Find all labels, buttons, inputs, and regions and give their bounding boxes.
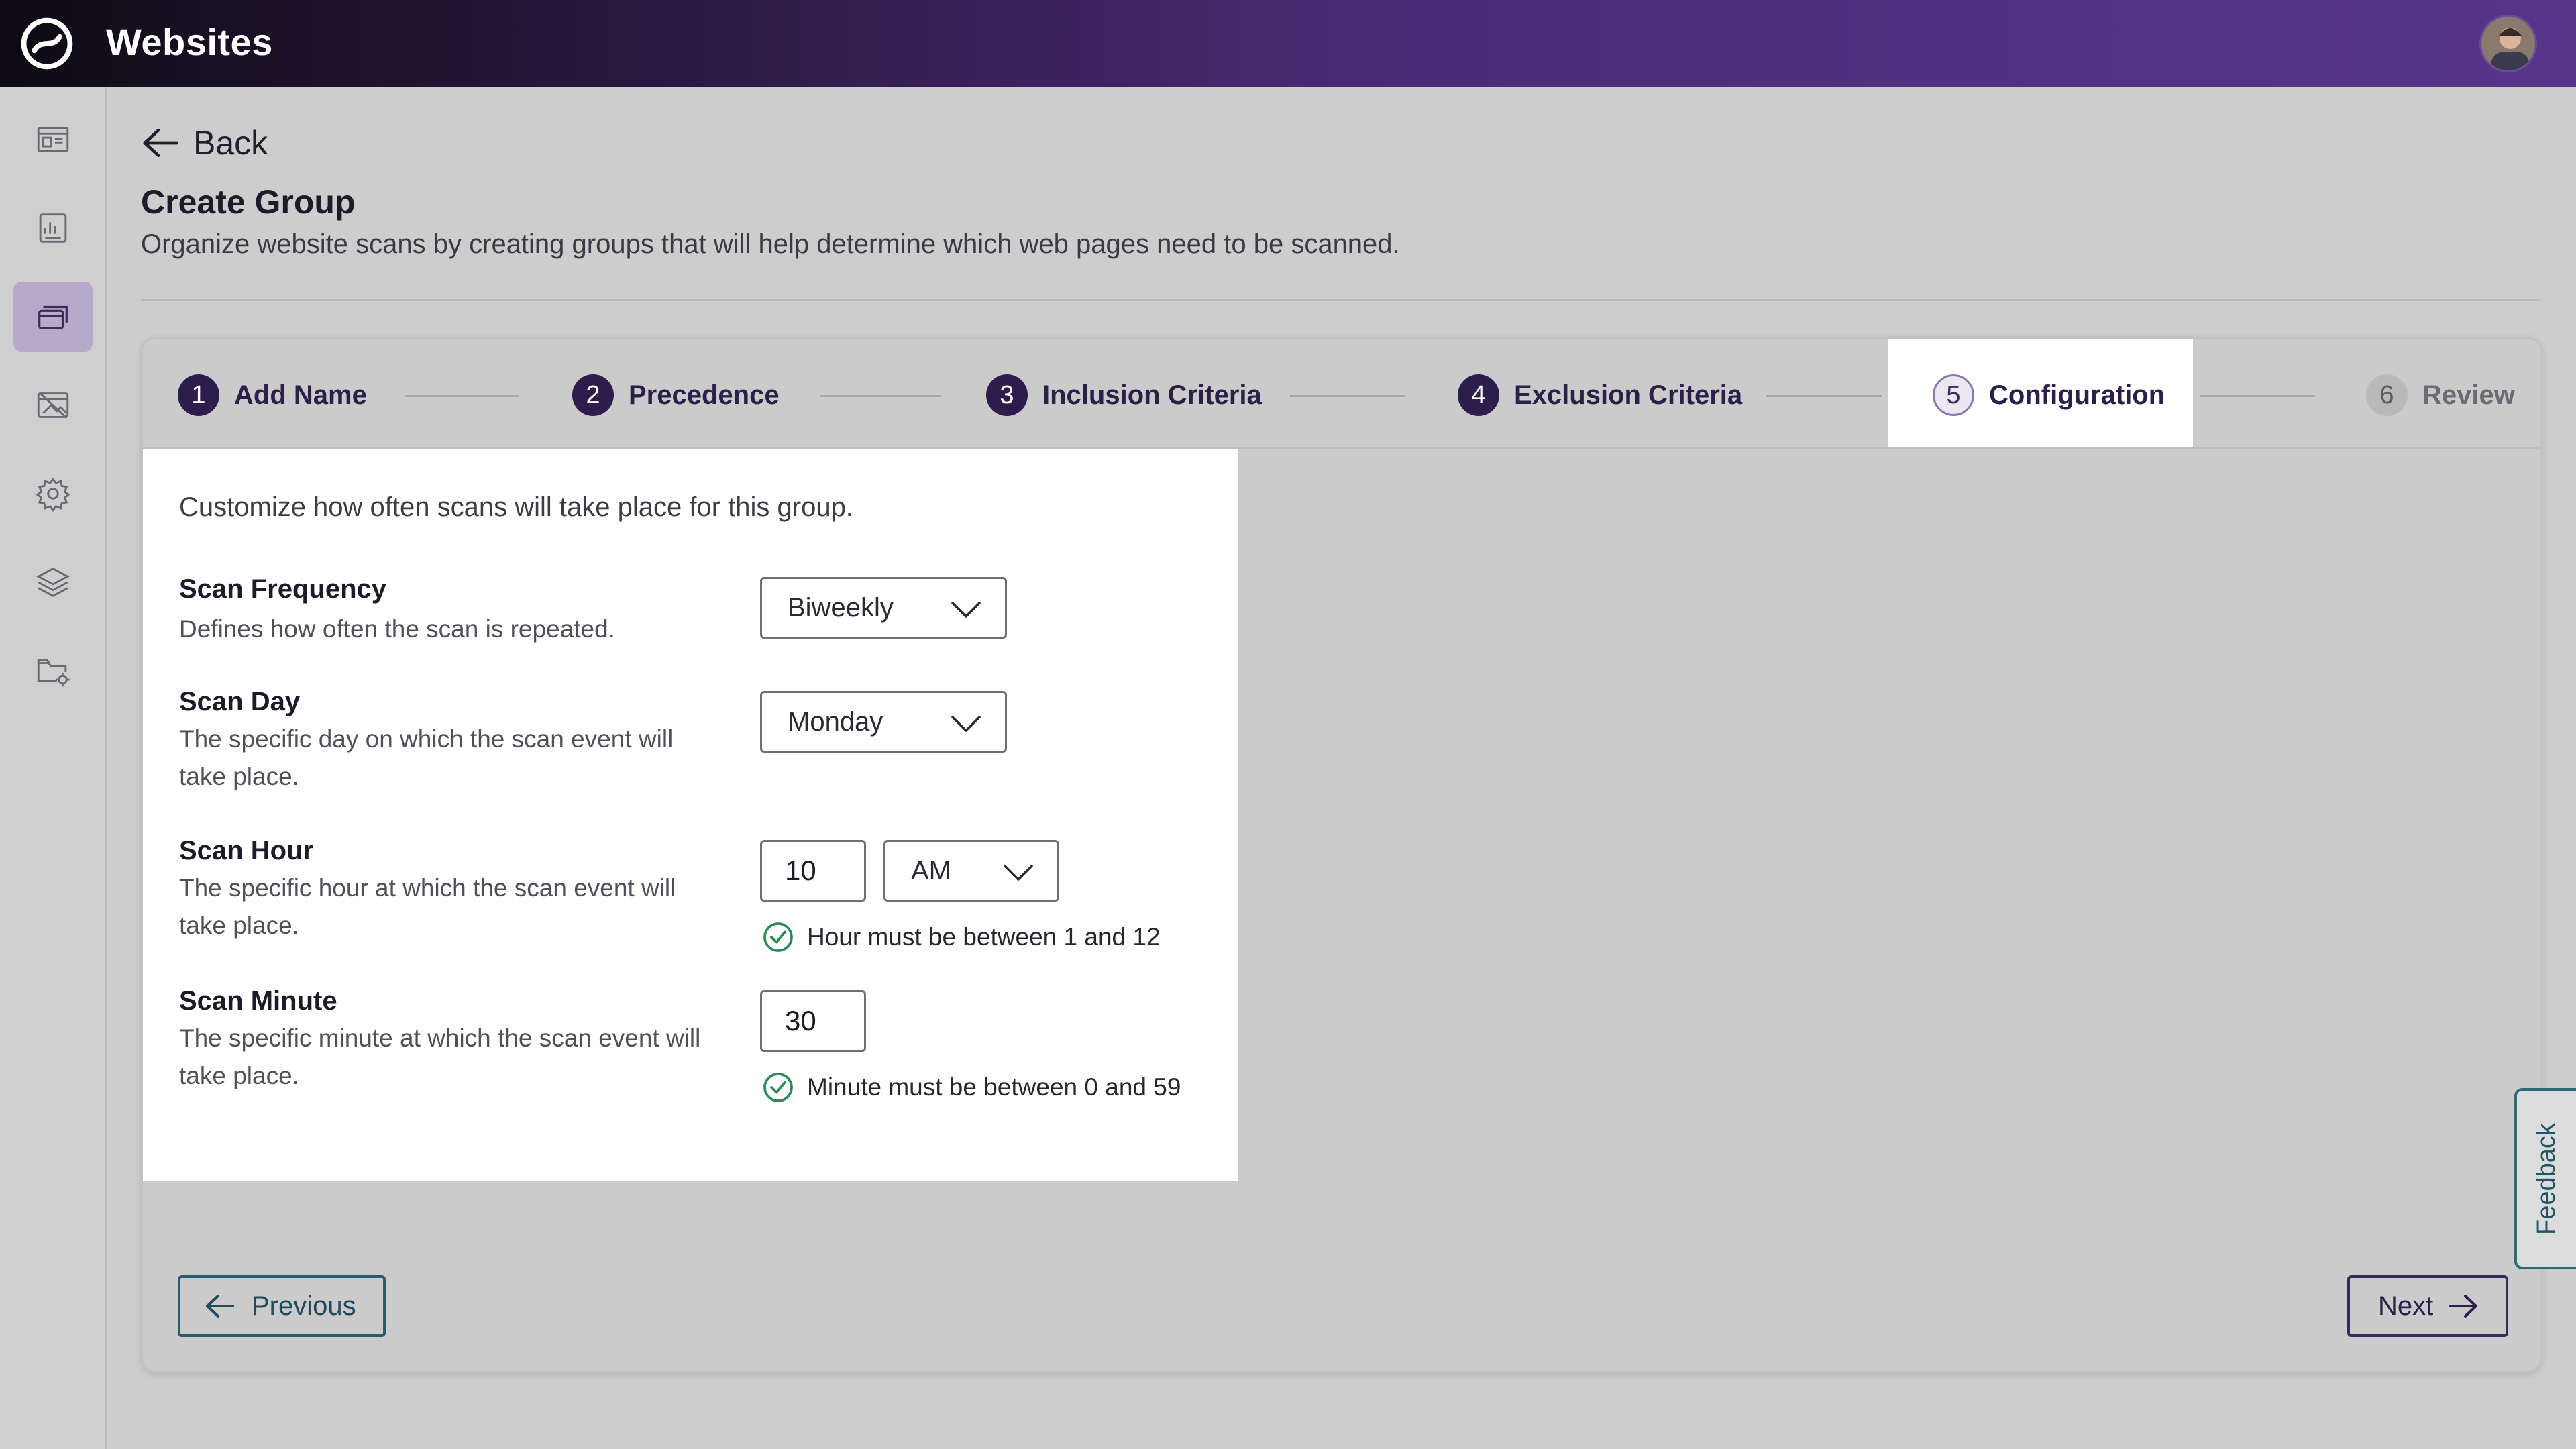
page-title: Create Group (141, 183, 356, 221)
groups-icon (38, 305, 68, 329)
gear-icon (36, 477, 70, 513)
previous-label: Previous (252, 1291, 356, 1321)
step-number: 4 (1458, 374, 1499, 416)
folder-settings-icon (37, 659, 70, 687)
scan-day-value: Monday (788, 706, 883, 737)
arrow-left-icon (206, 1295, 234, 1318)
check-circle-icon (763, 922, 793, 952)
app-logo-icon[interactable] (15, 15, 79, 72)
sidebar-item-settings[interactable] (13, 459, 93, 529)
feedback-tab[interactable]: Feedback (2514, 1088, 2576, 1269)
sidebar-item-layers[interactable] (13, 547, 93, 617)
step-number: 5 (1933, 374, 1974, 416)
step-number: 3 (986, 374, 1028, 416)
scan-day-help: The specific day on which the scan event… (179, 725, 674, 790)
scan-frequency-select[interactable]: Biweekly (760, 577, 1007, 639)
step-inclusion-criteria[interactable]: 3 Inclusion Criteria (986, 374, 1262, 416)
scan-hour-value: 10 (785, 855, 816, 886)
step-number: 6 (2366, 374, 2408, 416)
scan-frequency-value: Biweekly (788, 592, 894, 623)
scan-minute-label: Scan Minute (179, 986, 337, 1016)
scan-ampm-value: AM (911, 855, 951, 885)
top-bar: Websites (0, 0, 2576, 87)
configuration-form: Customize how often scans will take plac… (143, 449, 1238, 1181)
step-label: Configuration (1989, 380, 2165, 410)
step-label: Review (2422, 380, 2515, 410)
step-exclusion-criteria[interactable]: 4 Exclusion Criteria (1458, 374, 1743, 416)
next-label: Next (2378, 1291, 2434, 1321)
sidebar-item-folder-settings[interactable] (13, 636, 93, 706)
step-precedence[interactable]: 2 Precedence (572, 374, 780, 416)
next-button[interactable]: Next (2347, 1275, 2508, 1337)
back-label: Back (193, 124, 268, 162)
step-connector (820, 395, 941, 397)
step-connector (405, 395, 519, 397)
scan-frequency-label: Scan Frequency (179, 574, 387, 604)
feedback-label: Feedback (2532, 1122, 2561, 1235)
scan-hour-input[interactable]: 10 (760, 840, 866, 902)
step-connector (1290, 395, 1405, 397)
step-connector (2200, 395, 2315, 397)
step-label: Inclusion Criteria (1042, 380, 1262, 410)
step-add-name[interactable]: 1 Add Name (178, 374, 367, 416)
scan-day-label: Scan Day (179, 687, 301, 716)
step-connector (1766, 395, 1882, 397)
scan-hour-help: The specific hour at which the scan even… (179, 874, 676, 939)
scan-minute-value: 30 (785, 1005, 816, 1036)
arrow-left-icon (143, 128, 178, 158)
step-configuration[interactable]: 5 Configuration (1933, 374, 2165, 416)
check-circle-icon (763, 1073, 793, 1102)
sidebar-item-images[interactable] (13, 370, 93, 440)
report-icon (39, 213, 67, 243)
sidebar (0, 87, 107, 1449)
scan-minute-input[interactable]: 30 (760, 990, 866, 1052)
scan-minute-hint: Minute must be between 0 and 59 (761, 1071, 1181, 1104)
step-label: Precedence (629, 380, 780, 410)
scan-day-select[interactable]: Monday (760, 691, 1007, 753)
form-intro: Customize how often scans will take plac… (179, 492, 853, 522)
chevron-down-icon (951, 602, 981, 618)
avatar[interactable] (2479, 15, 2537, 72)
chevron-down-icon (1004, 865, 1033, 881)
scan-hour-hint: Hour must be between 1 and 12 (761, 920, 1161, 954)
scan-ampm-select[interactable]: AM (883, 840, 1059, 902)
step-review[interactable]: 6 Review (2366, 374, 2515, 416)
back-link[interactable]: Back (141, 123, 268, 162)
page-subtitle: Organize website scans by creating group… (141, 229, 1400, 259)
layers-icon (36, 568, 70, 597)
sidebar-item-groups[interactable] (13, 282, 93, 352)
step-label: Add Name (234, 380, 367, 410)
wizard-panel: 1 Add Name 2 Precedence 3 Inclusion Crit… (141, 337, 2542, 1373)
chevron-down-icon (951, 716, 981, 732)
header-divider (141, 299, 2540, 301)
step-number: 1 (178, 374, 219, 416)
scan-frequency-help: Defines how often the scan is repeated. (179, 615, 615, 643)
arrow-right-icon (2449, 1295, 2478, 1318)
scan-minute-hint-text: Minute must be between 0 and 59 (807, 1073, 1181, 1101)
scan-hour-hint-text: Hour must be between 1 and 12 (807, 923, 1161, 951)
sidebar-item-reports[interactable] (13, 193, 93, 263)
scan-hour-label: Scan Hour (179, 836, 314, 865)
image-off-icon (37, 392, 69, 419)
sidebar-item-dashboard[interactable] (13, 105, 93, 174)
step-number: 2 (572, 374, 614, 416)
scan-minute-help: The specific minute at which the scan ev… (179, 1024, 701, 1089)
dashboard-icon (37, 127, 69, 152)
previous-button[interactable]: Previous (178, 1275, 386, 1337)
step-label: Exclusion Criteria (1514, 380, 1743, 410)
app-title: Websites (106, 21, 273, 63)
